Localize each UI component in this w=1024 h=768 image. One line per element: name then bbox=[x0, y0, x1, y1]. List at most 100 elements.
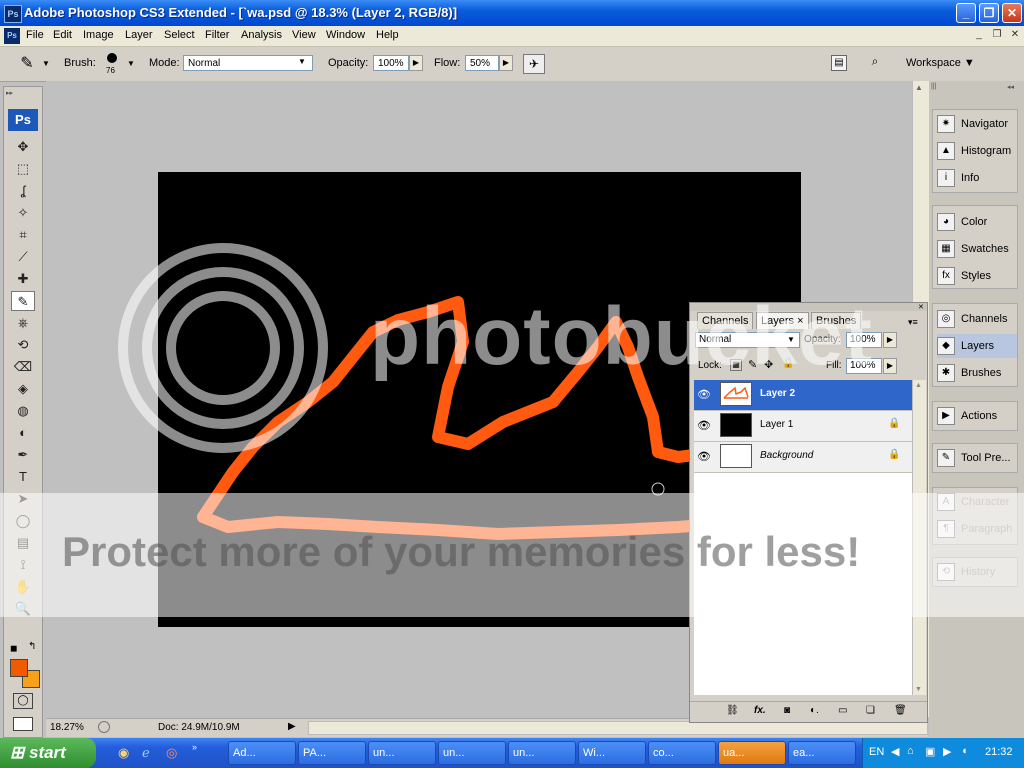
menu-filter[interactable]: Filter bbox=[205, 29, 229, 41]
tray-volume-icon[interactable]: ◖ bbox=[961, 745, 968, 757]
status-options-icon[interactable] bbox=[98, 721, 110, 733]
clone-stamp-icon[interactable]: ⎈ bbox=[11, 313, 35, 333]
swap-colors-icon[interactable]: ↰ bbox=[28, 641, 36, 652]
brush-tool-icon[interactable]: ✎ bbox=[11, 291, 35, 311]
menu-edit[interactable]: Edit bbox=[53, 29, 72, 41]
taskbar-ea[interactable]: ea... bbox=[788, 741, 856, 765]
default-colors-icon[interactable]: ◼ bbox=[10, 643, 17, 654]
dock-navigator[interactable]: ✷ Navigator bbox=[937, 112, 1017, 136]
taskbar-pa[interactable]: PA... bbox=[298, 741, 366, 765]
visibility-eye-icon[interactable]: 👁 bbox=[696, 418, 712, 434]
paint-bucket-icon[interactable]: ◈ bbox=[11, 379, 35, 399]
layers-scrollbar[interactable]: ▲ ▼ bbox=[912, 380, 926, 695]
dock-color[interactable]: ◕ Color bbox=[937, 210, 1017, 234]
add-mask-icon[interactable]: ◙ bbox=[784, 705, 790, 716]
taskbar-wi[interactable]: Wi... bbox=[578, 741, 646, 765]
menu-image[interactable]: Image bbox=[83, 29, 114, 41]
brush-tip-icon[interactable] bbox=[107, 53, 117, 63]
layers-list-empty-area[interactable] bbox=[694, 473, 912, 695]
lock-position-icon[interactable]: ✥ bbox=[764, 358, 773, 371]
dock-collapse-icon[interactable]: ◂◂ bbox=[1007, 83, 1014, 91]
workspace-menu[interactable]: Workspace ▼ bbox=[906, 57, 975, 69]
tray-media-icon[interactable]: ▶ bbox=[943, 745, 951, 758]
blend-mode-select[interactable]: Normal bbox=[695, 332, 800, 348]
fill-input[interactable]: 100% bbox=[846, 358, 882, 374]
opacity-slider-button[interactable]: ▶ bbox=[409, 55, 423, 71]
toolbox-grip[interactable]: ▸▸ bbox=[6, 89, 40, 97]
path-select-icon[interactable]: ➤ bbox=[11, 489, 35, 509]
minimize-button[interactable]: _ bbox=[956, 3, 976, 23]
menu-window[interactable]: Window bbox=[326, 29, 365, 41]
move-tool-icon[interactable]: ✥ bbox=[11, 137, 35, 157]
marquee-tool-icon[interactable]: ⬚ bbox=[11, 159, 35, 179]
type-tool-icon[interactable]: T bbox=[11, 467, 35, 487]
tab-brushes[interactable]: Brushes bbox=[811, 312, 862, 329]
tab-layers[interactable]: Layers × bbox=[756, 312, 809, 329]
taskbar-ua[interactable]: ua... bbox=[718, 741, 786, 765]
dock-history[interactable]: ⟲ History bbox=[937, 560, 1017, 584]
preset-dropdown-arrow-icon[interactable]: ▼ bbox=[42, 59, 50, 68]
horizontal-scrollbar[interactable] bbox=[308, 721, 928, 735]
menu-analysis[interactable]: Analysis bbox=[241, 29, 282, 41]
menu-file[interactable]: File bbox=[26, 29, 44, 41]
fill-slider-button[interactable]: ▶ bbox=[883, 358, 897, 374]
title-bar[interactable]: Ps Adobe Photoshop CS3 Extended - [`wa.p… bbox=[0, 0, 1024, 26]
tray-monitor-icon[interactable]: ▣ bbox=[925, 745, 935, 758]
layers-scroll-down-icon[interactable]: ▼ bbox=[915, 686, 922, 693]
dock-actions[interactable]: ▶ Actions bbox=[937, 404, 1017, 428]
tab-close-icon[interactable]: × bbox=[797, 315, 803, 327]
doc-close-button[interactable]: ✕ bbox=[1008, 28, 1022, 42]
close-button[interactable]: ✕ bbox=[1002, 3, 1022, 23]
new-group-icon[interactable]: ▭ bbox=[838, 705, 847, 716]
doc-minimize-button[interactable]: _ bbox=[972, 28, 986, 42]
menu-layer[interactable]: Layer bbox=[125, 29, 153, 41]
layer-row-background[interactable]: 👁 Background 🔒 bbox=[694, 442, 912, 473]
eraser-tool-icon[interactable]: ⌫ bbox=[11, 357, 35, 377]
dock-styles[interactable]: fx Styles bbox=[937, 264, 1017, 288]
menu-view[interactable]: View bbox=[292, 29, 316, 41]
taskbar-un-1[interactable]: un... bbox=[368, 741, 436, 765]
mode-dropdown-arrow-icon[interactable]: ▼ bbox=[298, 57, 306, 66]
taskbar-un-3[interactable]: un... bbox=[508, 741, 576, 765]
layer-style-icon[interactable]: fx. bbox=[754, 705, 766, 716]
eyedropper-icon[interactable]: ⟟ bbox=[11, 555, 35, 575]
hand-tool-icon[interactable]: ✋ bbox=[11, 577, 35, 597]
healing-brush-icon[interactable]: ✚ bbox=[11, 269, 35, 289]
lock-transparency-icon[interactable]: ▦ bbox=[730, 359, 742, 371]
dock-info[interactable]: i Info bbox=[937, 166, 1017, 190]
crop-tool-icon[interactable]: ⌗ bbox=[11, 225, 35, 245]
dock-swatches[interactable]: ▦ Swatches bbox=[937, 237, 1017, 261]
status-menu-arrow-icon[interactable]: ▶ bbox=[288, 721, 296, 732]
dock-channels[interactable]: ◎ Channels bbox=[937, 307, 1017, 331]
menu-help[interactable]: Help bbox=[376, 29, 399, 41]
screen-mode-icon[interactable] bbox=[13, 717, 33, 731]
panel-menu-icon[interactable]: ▾≡ bbox=[908, 317, 918, 328]
airbrush-icon[interactable]: ✈ bbox=[523, 54, 545, 74]
quicklaunch-more-icon[interactable]: » bbox=[192, 742, 197, 752]
dock-paragraph[interactable]: ¶ Paragraph bbox=[937, 517, 1017, 541]
lock-pixels-icon[interactable]: ✎ bbox=[748, 358, 757, 371]
tray-network-icon[interactable]: ⌂ bbox=[907, 745, 914, 757]
layer-name[interactable]: Layer 2 bbox=[760, 388, 795, 399]
opacity-input[interactable]: 100% bbox=[373, 55, 409, 71]
lasso-tool-icon[interactable]: ʆ bbox=[11, 181, 35, 201]
shape-tool-icon[interactable]: ◯ bbox=[11, 511, 35, 531]
taskbar-co[interactable]: co... bbox=[648, 741, 716, 765]
brush-preset-icon[interactable]: ✎ bbox=[14, 53, 40, 75]
dock-layers[interactable]: ◆ Layers bbox=[937, 334, 1017, 358]
link-layers-icon[interactable]: ⛓ bbox=[726, 705, 739, 716]
taskbar-photoshop[interactable]: Ad... bbox=[228, 741, 296, 765]
blur-tool-icon[interactable]: ◍ bbox=[11, 401, 35, 421]
menu-select[interactable]: Select bbox=[164, 29, 195, 41]
visibility-eye-icon[interactable]: 👁 bbox=[696, 449, 712, 465]
brush-picker-arrow-icon[interactable]: ▼ bbox=[127, 59, 135, 68]
quicklaunch-ie-icon[interactable]: ℯ bbox=[142, 745, 150, 761]
quick-mask-icon[interactable]: ◯ bbox=[13, 693, 33, 709]
quicklaunch-media-icon[interactable]: ◎ bbox=[166, 745, 177, 761]
photoshop-app-icon[interactable]: Ps bbox=[4, 5, 22, 23]
pen-tool-icon[interactable]: ✒ bbox=[11, 445, 35, 465]
new-layer-icon[interactable]: ❏ bbox=[866, 705, 875, 716]
layer-opacity-slider-button[interactable]: ▶ bbox=[883, 332, 897, 348]
foreground-color-swatch[interactable] bbox=[10, 659, 28, 677]
layer-row-layer-1[interactable]: 👁 Layer 1 🔒 bbox=[694, 411, 912, 442]
